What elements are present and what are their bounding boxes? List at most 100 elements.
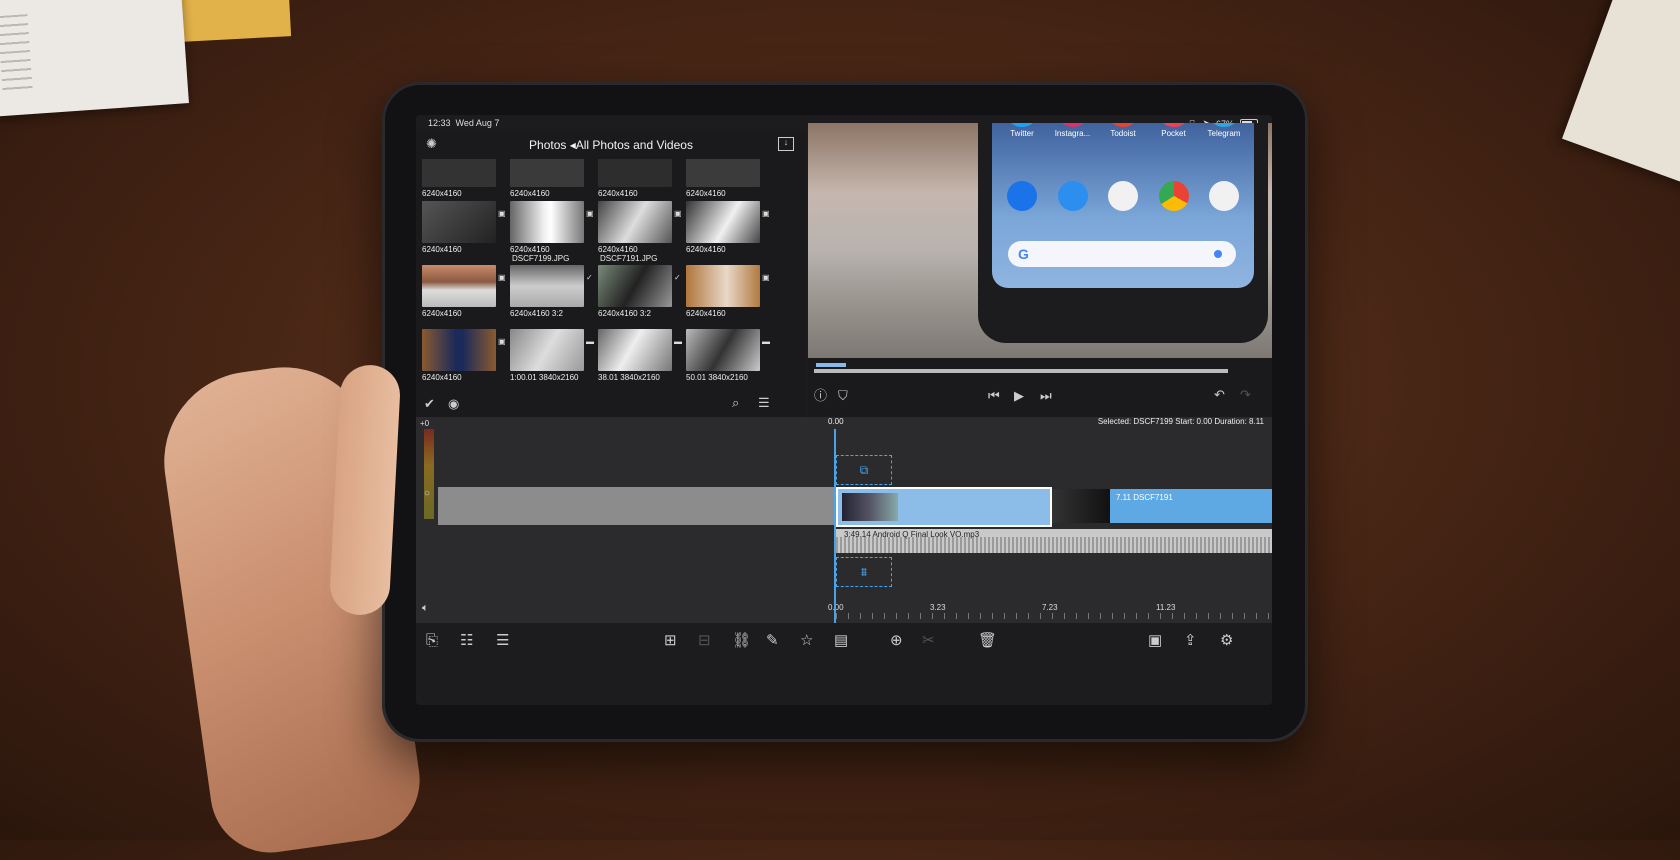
clip-dscf7191[interactable]: 7.11 DSCF7191 — [1110, 489, 1272, 523]
status-time: 12:33 — [428, 118, 451, 128]
media-thumbnail — [686, 329, 760, 371]
media-thumbnail — [686, 265, 760, 307]
select-check-icon[interactable]: ✔ — [424, 397, 435, 410]
media-filename: DSCF7191.JPG — [600, 254, 658, 263]
volume-knob[interactable]: ○ — [424, 489, 430, 499]
link-icon[interactable]: ⛓ — [732, 633, 751, 648]
phone-app-icon — [998, 181, 1046, 213]
empty-track-area — [438, 487, 834, 525]
media-cell[interactable]: ▣ 6240x4160 — [686, 193, 770, 255]
app-label: Instagra... — [1054, 129, 1091, 138]
app-row-top: Twitter Instagra... Todoist Pocket Teleg… — [998, 123, 1248, 138]
skip-forward-icon[interactable]: ⏭ — [1040, 389, 1052, 402]
library-title[interactable]: Photos ◂All Photos and Videos — [416, 138, 806, 152]
media-cell[interactable]: ▣ 6240x4160 — [422, 257, 506, 319]
scissors-icon[interactable]: ✂ — [922, 633, 935, 648]
media-cell[interactable]: ▣ 6240x4160 — [422, 193, 506, 255]
shield-icon[interactable]: ⛉ — [838, 389, 848, 402]
title-icon[interactable]: ▤ — [834, 633, 848, 648]
media-caption: 6240x4160 — [598, 245, 638, 254]
clip-selected[interactable] — [836, 487, 1052, 527]
import-icon[interactable]: ↓ — [778, 137, 794, 151]
media-thumbnail — [510, 201, 584, 243]
search-icon[interactable]: ⌕ — [732, 396, 739, 409]
media-cell[interactable]: ▬ 1:00.01 3840x2160 — [510, 321, 594, 383]
media-thumbnail — [422, 329, 496, 371]
split-clip-icon[interactable]: ⊟ — [698, 633, 711, 648]
add-media-icon[interactable]: ⎘ — [426, 633, 438, 648]
favorite-icon[interactable]: ☆ — [800, 633, 813, 648]
media-thumbnail — [510, 159, 584, 187]
clip-thumbnail — [842, 493, 898, 521]
redo-icon[interactable]: ↷ — [1240, 388, 1251, 401]
media-caption: 6240x4160 — [422, 373, 462, 382]
list-view-icon[interactable]: ☷ — [460, 633, 473, 648]
audio-meter — [424, 429, 434, 519]
app-label: Pocket — [1161, 129, 1186, 138]
timeline-ruler — [836, 613, 1272, 619]
media-thumbnail — [422, 201, 496, 243]
ruler-label: 7.23 — [1042, 603, 1058, 612]
app-row-dock — [998, 181, 1248, 213]
speaker-icon[interactable]: 🔈︎ — [422, 603, 429, 614]
info-icon[interactable]: ⓘ — [814, 389, 827, 402]
preview-scrubber[interactable] — [814, 369, 1228, 373]
media-thumbnail — [598, 159, 672, 187]
media-cell[interactable]: ▣ 6240x4160 — [686, 257, 770, 319]
clip-label: 7.11 DSCF7191 — [1116, 493, 1173, 502]
media-caption: 1:00.01 3840x2160 — [510, 373, 579, 382]
audio-slot-icon[interactable]: ⩩ — [836, 557, 892, 587]
play-icon[interactable]: ▶ — [1014, 389, 1024, 402]
gear-icon[interactable]: ⚙ — [1220, 633, 1233, 648]
library-header: ✺ Photos ◂All Photos and Videos ↓ — [416, 131, 806, 159]
audio-clip[interactable]: 3:49.14 Android Q Final Look VO.mp3 — [836, 529, 1272, 553]
viewer-controls: ⓘ ⛉ ⏮ ▶ ⏭ ↶ ↷ — [808, 385, 1272, 407]
media-caption: 50.01 3840x2160 — [686, 373, 748, 382]
app-label: Todoist — [1110, 129, 1136, 138]
media-cell[interactable]: ▣ 6240x4160 — [510, 193, 594, 255]
clip-thumbnail-2 — [1052, 489, 1110, 523]
timeline: +0 ○ 🔈︎ 0.00 Selected: DSCF7199 Start: 0… — [416, 417, 1272, 623]
media-caption: 6240x4160 — [422, 309, 462, 318]
media-thumbnail — [598, 201, 672, 243]
preview-viewer: Twitter Instagra... Todoist Pocket Teleg… — [808, 123, 1272, 417]
trash-icon[interactable]: 🗑︎ — [978, 633, 997, 648]
share-icon[interactable]: ⇪ — [1184, 633, 1197, 648]
media-cell[interactable]: ▬ 50.01 3840x2160 — [686, 321, 770, 383]
media-caption: 6240x4160 3:2 — [510, 309, 563, 318]
media-grid: 6240x4160 6240x4160 6240x4160 6240x4160 … — [422, 159, 802, 391]
media-cell[interactable]: ▬ 38.01 3840x2160 — [598, 321, 682, 383]
undo-icon[interactable]: ↶ — [1214, 388, 1225, 401]
bottom-toolbar: ⎘ ☷ ☰ ⊞ ⊟ ⛓ ✎ ☆ ▤ ⊕ ✂ 🗑︎ ▣ ⇪ ⚙ — [416, 623, 1272, 667]
overlay-slot-icon[interactable]: ⧉ — [836, 455, 892, 485]
media-caption: 6240x4160 — [686, 309, 726, 318]
record-icon[interactable]: ◉ — [448, 397, 459, 410]
add-clip-icon[interactable]: ⊞ — [664, 633, 677, 648]
skip-back-icon[interactable]: ⏮ — [988, 389, 1000, 402]
video-icon: ▬ — [674, 337, 682, 346]
envelope — [178, 0, 292, 42]
media-cell[interactable]: DSCF7199.JPG ✓ 6240x4160 3:2 — [510, 254, 594, 319]
media-thumbnail — [686, 159, 760, 187]
paper-sheet-right — [1562, 0, 1680, 190]
add-icon[interactable]: ⊕ — [890, 633, 903, 648]
media-thumbnail — [598, 329, 672, 371]
image-icon: ▣ — [762, 273, 770, 282]
media-cell[interactable]: ▣ 6240x4160 — [422, 321, 506, 383]
media-cell[interactable]: DSCF7191.JPG ✓ 6240x4160 3:2 — [598, 254, 682, 319]
pencil-icon[interactable]: ✎ — [766, 633, 779, 648]
media-thumbnail — [510, 329, 584, 371]
library-toolbar: ✔ ◉ ⌕ ☰ — [416, 391, 806, 417]
track-view-icon[interactable]: ☰ — [496, 633, 509, 648]
tablet-screen: 12:33 Wed Aug 7 ⌔ ➤ 67% ✺ Photos ◂All Ph… — [416, 115, 1272, 705]
level-readout: +0 — [420, 419, 430, 428]
playhead[interactable] — [834, 429, 836, 623]
video-icon: ▬ — [762, 337, 770, 346]
layout-icon[interactable]: ▣ — [1148, 633, 1162, 648]
media-thumbnail — [510, 265, 584, 307]
image-icon: ▣ — [762, 209, 770, 218]
image-icon: ▣ — [674, 209, 682, 218]
media-cell[interactable]: ▣ 6240x4160 — [598, 193, 682, 255]
filter-icon[interactable]: ☰ — [758, 396, 770, 409]
app-label: Telegram — [1207, 129, 1241, 138]
